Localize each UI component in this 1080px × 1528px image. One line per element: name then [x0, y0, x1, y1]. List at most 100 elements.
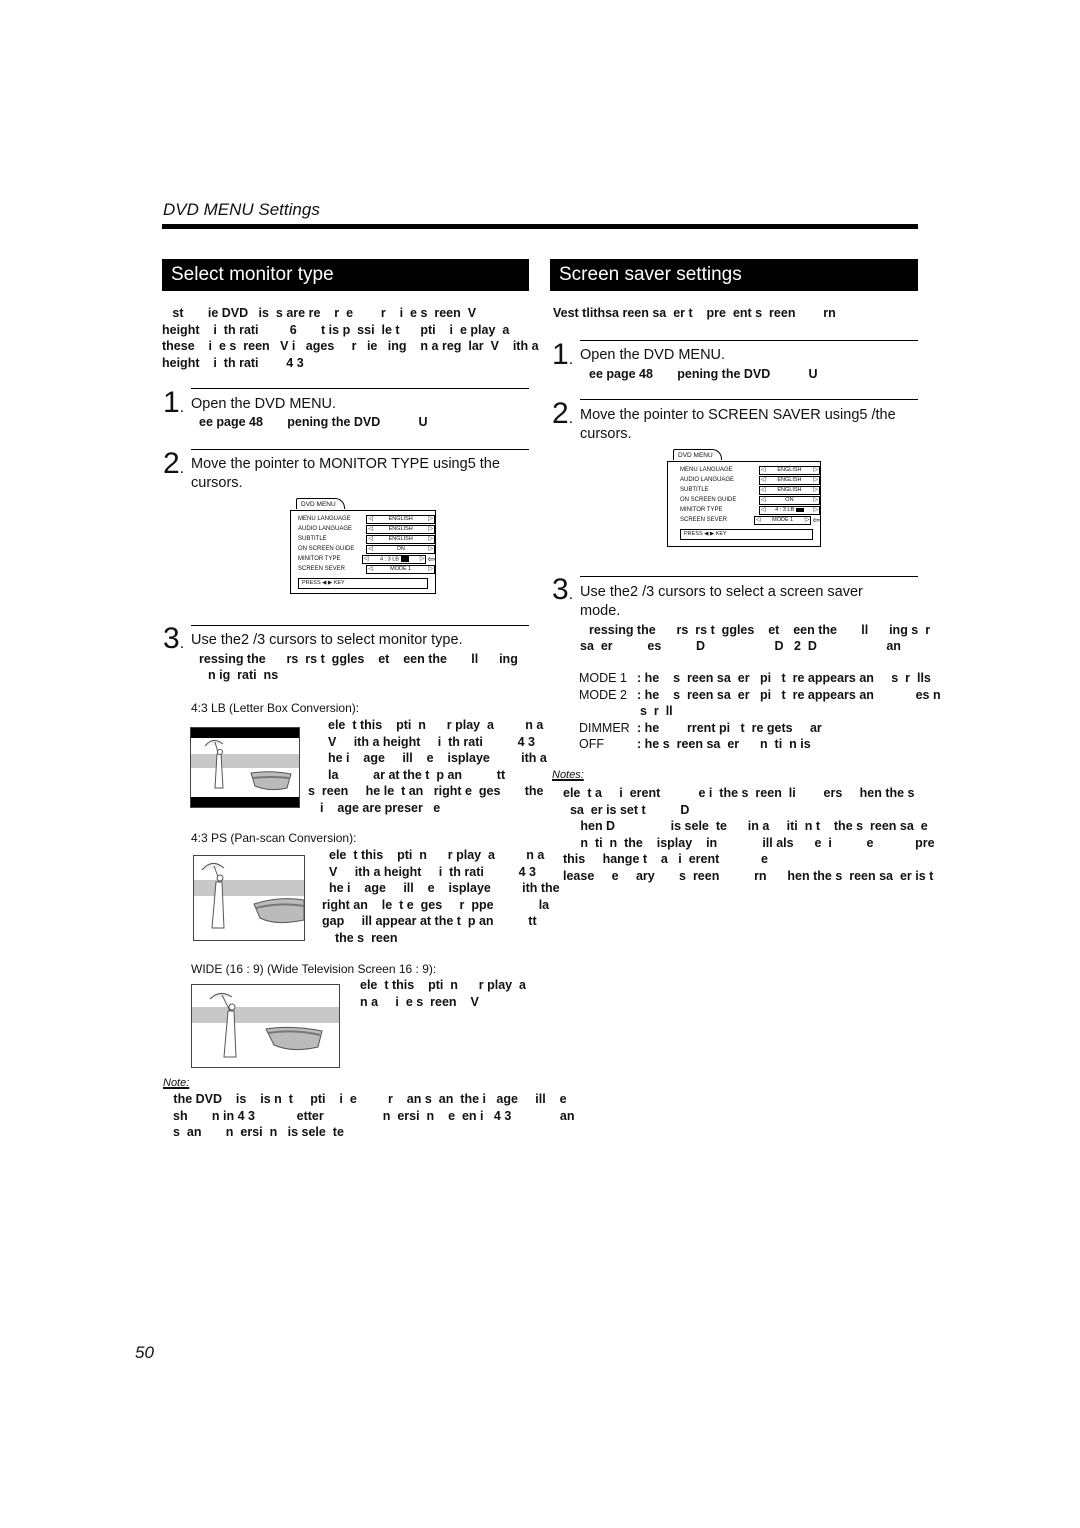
pointer-arrow-icon: ⇦	[427, 553, 435, 564]
step-number-value: 2	[163, 447, 180, 480]
right-arrow-icon: ▷	[419, 556, 425, 562]
menu-row: SCREEN SEVER ◁ MODE 1 ▷ ⇦	[668, 515, 820, 525]
desc-line: he i age ill e isplaye ith the	[329, 881, 560, 895]
note-line: the DVD is is n t pti i e r an s an the …	[163, 1092, 567, 1106]
menu-row: SUBTITLE ◁ ENGLISH ▷	[668, 485, 820, 495]
menu-row-value-text: ENGLISH	[388, 526, 413, 532]
wide-illustration	[191, 984, 340, 1068]
step-rule	[191, 625, 529, 626]
note-line: n ti n the isplay in ill als e i e pre	[563, 835, 935, 850]
left-intro: st ie DVD is s are re r e r i e s reen V…	[162, 305, 539, 371]
left-arrow-icon: ◁	[760, 487, 766, 493]
mode-item: MODE 1: he s reen sa er pi t re appears …	[579, 670, 941, 687]
menu-row-key: MENU LANGUAGE	[680, 467, 733, 473]
menu-row-value-text: ENGLISH	[777, 487, 802, 493]
left-arrow-icon: ◁	[760, 507, 766, 513]
mode-item: OFF: he s reen sa er n ti n is	[579, 736, 941, 753]
menu-row-value-text: ENGLISH	[388, 536, 413, 542]
mode-desc: s r ll	[640, 704, 673, 718]
mode-key: MODE 1	[579, 671, 627, 685]
menu-row-key: AUDIO LANGUAGE	[298, 526, 353, 532]
step-text: Open the DVD MENU.	[191, 396, 337, 412]
mode-item-continued: s r ll	[579, 703, 941, 720]
step-subtext: ressing the rs rs t ggles et een the ll …	[589, 623, 931, 637]
menu-row-value: ◁ ENGLISH ▷	[758, 485, 820, 495]
intro-line: height i th rati 4 3	[162, 355, 304, 370]
step-text-continued: cursors.	[580, 426, 632, 442]
step-number-value: 2	[552, 397, 569, 430]
menu-row-key: SUBTITLE	[298, 536, 327, 542]
step-rule	[191, 449, 529, 450]
menu-row-value-text: ENGLISH	[777, 477, 802, 483]
left-arrow-icon: ◁	[368, 566, 373, 572]
dvd-menu-tab: DVD MENU	[296, 498, 345, 509]
option-label-letterbox: 4:3 LB (Letter Box Conversion):	[191, 701, 360, 715]
step-subtext: ee page 48 pening the DVD U	[589, 367, 818, 381]
right-arrow-icon: ▷	[428, 566, 433, 572]
desc-line: la ar at the t p an tt	[328, 767, 506, 782]
option-label-panscan: 4:3 PS (Pan-scan Conversion):	[191, 831, 357, 845]
menu-row-value: ◁ ENGLISH ▷	[366, 534, 435, 544]
menu-row-value-text: ON	[396, 546, 405, 552]
menu-row-key: SUBTITLE	[680, 487, 709, 493]
left-arrow-icon: ◁	[760, 477, 766, 483]
left-arrow-icon: ◁	[368, 536, 373, 542]
intro-line: height i th rati 6 t is p ssi le t pti i…	[162, 322, 510, 337]
menu-row: AUDIO LANGUAGE ◁ ENGLISH ▷	[668, 475, 820, 485]
option-desc-letterbox: ele t this pti n r play a n a V ith a he…	[308, 717, 547, 816]
option-desc-panscan: ele t this pti n r play a n a V ith a he…	[322, 847, 560, 946]
step-number: 2.	[163, 447, 185, 480]
step-number: 1.	[163, 386, 185, 419]
right-arrow-icon: ▷	[813, 507, 818, 513]
left-note-body: the DVD is is n t pti i e r an s an the …	[163, 1091, 575, 1141]
menu-row-value-text: 4 : 3 LB	[775, 507, 804, 513]
right-arrow-icon: ▷	[428, 516, 433, 522]
step-subtext: ressing the rs rs t ggles et een the ll …	[199, 652, 518, 666]
dvd-menu-tab: DVD MENU	[673, 449, 722, 460]
pointer-arrow-icon: ⇦	[812, 514, 820, 525]
menu-row-key: AUDIO LANGUAGE	[680, 477, 735, 483]
note-line: hen D is sele te in a iti n t the s reen…	[563, 819, 928, 833]
menu-row-value-text: MODE 1	[772, 517, 794, 523]
mode-desc: : he s reen sa er n ti n is	[637, 737, 811, 751]
menu-row-value: ◁ ON ▷	[758, 495, 820, 505]
desc-line: ele t this pti n r play a n a	[329, 848, 545, 862]
menu-row: MINITOR TYPE ◁ 4 : 3 LB ▷ ⇦	[291, 554, 435, 564]
desc-line: gap ill appear at the t p an tt	[322, 914, 537, 928]
menu-row-value-text: ENGLISH	[777, 467, 802, 473]
right-arrow-icon: ▷	[428, 536, 433, 542]
mode-item: MODE 2: he s reen sa er pi t re appears …	[579, 687, 941, 704]
intro-line: these i e s reen V i ages r ie ing n a r…	[162, 339, 539, 353]
menu-row: SCREEN SEVER ◁ MODE 1 ▷	[291, 564, 435, 574]
right-arrow-icon: ▷	[804, 517, 810, 523]
screen-saver-modes: MODE 1: he s reen sa er pi t re appears …	[579, 670, 941, 753]
option-label-wide: WIDE (16 : 9) (Wide Television Screen 16…	[191, 962, 437, 976]
right-arrow-icon: ▷	[428, 526, 433, 532]
left-arrow-icon: ◁	[364, 556, 369, 562]
dvd-menu-illustration: DVD MENU MENU LANGUAGE ◁ ENGLISH ▷ AUDIO LA…	[290, 498, 436, 594]
beach-scene-image	[191, 728, 299, 807]
menu-row: MENU LANGUAGE ◁ ENGLISH ▷	[291, 514, 435, 524]
letterbox-illustration	[190, 727, 300, 808]
left-arrow-icon: ◁	[368, 546, 373, 552]
menu-row-key: MINITOR TYPE	[680, 507, 723, 513]
left-arrow-icon: ◁	[755, 517, 761, 523]
right-arrow-icon: ▷	[428, 546, 433, 552]
dvd-menu-illustration: DVD MENU MENU LANGUAGE ◁ ENGLISH ▷ AUDIO LA…	[667, 449, 821, 547]
mode-item: DIMMER: he rrent pi t re gets ar	[579, 720, 941, 737]
left-arrow-icon: ◁	[368, 526, 373, 532]
step-rule	[580, 399, 918, 400]
note-line: sa er is set t D	[563, 802, 690, 817]
step-text: Use the2 /3 cursors to select a screen s…	[580, 584, 863, 600]
step-text: Use the2 /3 cursors to select monitor ty…	[191, 632, 463, 648]
desc-line: n a i e s reen V	[360, 994, 479, 1009]
desc-line: right an le t e ges r ppe la	[322, 897, 550, 912]
desc-line: s reen he le t an right e ges the	[308, 784, 544, 798]
step-number: 2.	[552, 397, 574, 430]
desc-line: V ith a height i th rati 4 3	[328, 734, 535, 749]
menu-row: AUDIO LANGUAGE ◁ ENGLISH ▷	[291, 524, 435, 534]
option-desc-wide: ele t this pti n r play a n a i e s reen…	[360, 977, 526, 1010]
step-number-value: 1	[552, 338, 569, 371]
note-line: sh n in 4 3 etter n ersi n e en i 4 3 an	[173, 1108, 575, 1123]
menu-row-value: ◁ ENGLISH ▷	[366, 524, 435, 534]
